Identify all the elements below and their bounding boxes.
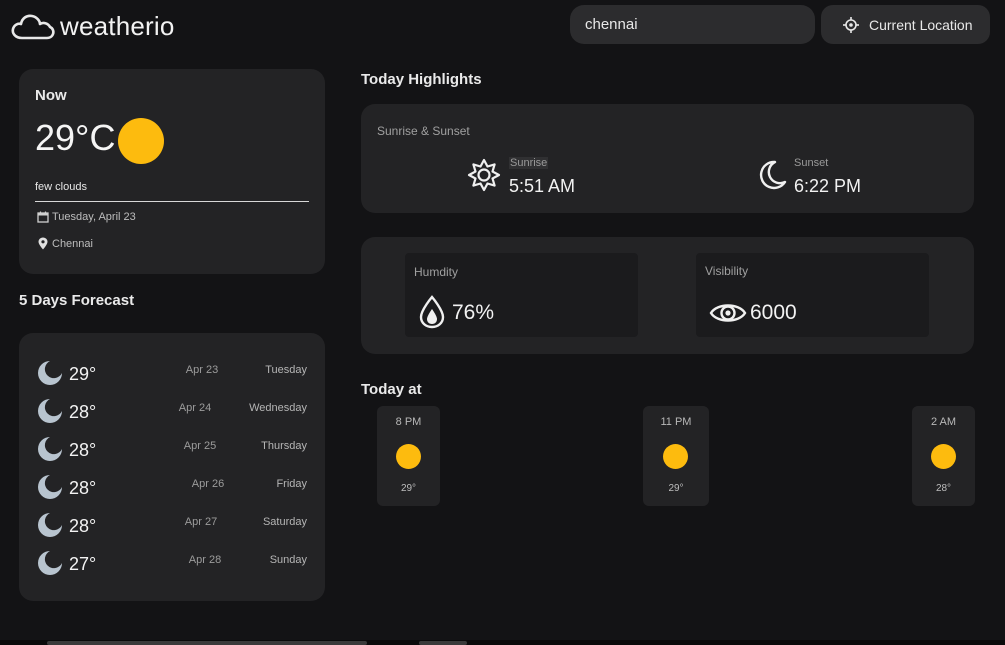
sun-icon <box>396 444 421 469</box>
moon-icon <box>38 551 62 575</box>
current-location-label: Current Location <box>869 16 973 33</box>
forecast-date: Apr 25 <box>183 440 217 452</box>
forecast-row: 28° Apr 26 Friday <box>37 472 309 502</box>
header: weatherio Current Location <box>0 0 1005 56</box>
current-location: Chennai <box>52 237 93 250</box>
visibility-value: 6000 <box>750 301 797 324</box>
calendar-icon <box>37 211 49 223</box>
forecast-date: Apr 23 <box>185 364 219 376</box>
today-at-title: Today at <box>361 381 422 398</box>
forecast-row: 28° Apr 24 Wednesday <box>37 396 309 426</box>
moon-icon <box>38 399 62 423</box>
hour-temp: 29° <box>668 483 684 494</box>
forecast-date: Apr 24 <box>178 402 212 414</box>
forecast-row: 28° Apr 25 Thursday <box>37 434 309 464</box>
highlights-title: Today Highlights <box>361 71 482 88</box>
hour-time: 8 PM <box>395 416 422 428</box>
forecast-card: 29° Apr 23 Tuesday 28° Apr 24 Wednesday … <box>19 333 325 601</box>
sun-icon <box>118 118 164 164</box>
forecast-date: Apr 28 <box>188 554 222 566</box>
humidity-value: 76% <box>452 301 495 324</box>
forecast-day: Thursday <box>261 440 307 452</box>
moon-outline-icon <box>759 160 787 190</box>
forecast-day: Saturday <box>262 516 307 528</box>
hourly-card: 2 AM 28° <box>912 406 975 506</box>
hour-time: 2 AM <box>930 416 957 428</box>
date-row: Tuesday, April 23 <box>37 211 136 223</box>
sunrise-sunset-title: Sunrise & Sunset <box>377 124 470 138</box>
map-pin-icon <box>38 237 48 250</box>
forecast-title: 5 Days Forecast <box>19 292 135 309</box>
forecast-temp: 28° <box>69 478 97 498</box>
forecast-temp: 28° <box>69 516 97 536</box>
forecast-day: Sunday <box>269 554 307 566</box>
app-name: weatherio <box>60 10 175 41</box>
sun-icon <box>931 444 956 469</box>
current-date: Tuesday, April 23 <box>52 211 136 223</box>
forecast-temp: 27° <box>69 554 97 574</box>
visibility-label: Visibility <box>705 264 749 278</box>
forecast-row: 28° Apr 27 Saturday <box>37 510 309 540</box>
now-card: Now 29°C few clouds Tuesday, April 23 Ch… <box>19 69 325 274</box>
now-title: Now <box>35 87 67 104</box>
logo[interactable]: weatherio <box>10 10 175 42</box>
forecast-row: 27° Apr 28 Sunday <box>37 548 309 578</box>
hourly-card: 8 PM 29° <box>377 406 440 506</box>
sunrise-time: 5:51 AM <box>509 176 576 196</box>
hour-time: 11 PM <box>660 416 692 428</box>
search-input[interactable] <box>570 5 815 44</box>
forecast-day: Wednesday <box>249 402 307 414</box>
crosshair-icon <box>843 16 859 33</box>
forecast-date: Apr 27 <box>184 516 218 528</box>
forecast-temp: 28° <box>69 440 97 460</box>
forecast-day: Friday <box>276 478 307 490</box>
hourly-card: 11 PM 29° <box>643 406 709 506</box>
visibility-box: Visibility 6000 <box>696 253 929 337</box>
droplet-icon <box>419 295 445 329</box>
moon-icon <box>38 513 62 537</box>
forecast-temp: 28° <box>69 402 97 422</box>
cloud-icon <box>11 14 55 40</box>
moon-icon <box>38 437 62 461</box>
forecast-row: 29° Apr 23 Tuesday <box>37 358 309 388</box>
moon-icon <box>38 361 62 385</box>
stats-card: Humdity 76% Visibility 6000 <box>361 237 974 354</box>
humidity-box: Humdity 76% <box>405 253 638 337</box>
hour-temp: 29° <box>400 483 417 494</box>
sunrise-icon <box>467 158 501 192</box>
forecast-day: Tuesday <box>265 364 307 376</box>
scrollbar-thumb[interactable] <box>47 641 367 645</box>
current-location-button[interactable]: Current Location <box>821 5 990 44</box>
location-row: Chennai <box>37 237 93 250</box>
scrollbar-thumb-secondary[interactable] <box>419 641 467 645</box>
sunrise-label: Sunrise <box>509 157 549 169</box>
sunrise-sunset-card: Sunrise & Sunset Sunrise 5:51 AM Sunset … <box>361 104 974 213</box>
humidity-label: Humdity <box>414 265 459 279</box>
forecast-date: Apr 26 <box>191 478 225 490</box>
forecast-temp: 29° <box>69 364 97 384</box>
divider <box>35 201 309 202</box>
moon-icon <box>38 475 62 499</box>
sun-icon <box>663 444 688 469</box>
weather-description: few clouds <box>35 181 87 193</box>
current-temperature: 29°C <box>35 117 116 158</box>
eye-icon <box>709 304 747 322</box>
sunset-label: Sunset <box>794 157 829 169</box>
sunset-time: 6:22 PM <box>794 176 862 196</box>
hour-temp: 28° <box>935 483 952 494</box>
